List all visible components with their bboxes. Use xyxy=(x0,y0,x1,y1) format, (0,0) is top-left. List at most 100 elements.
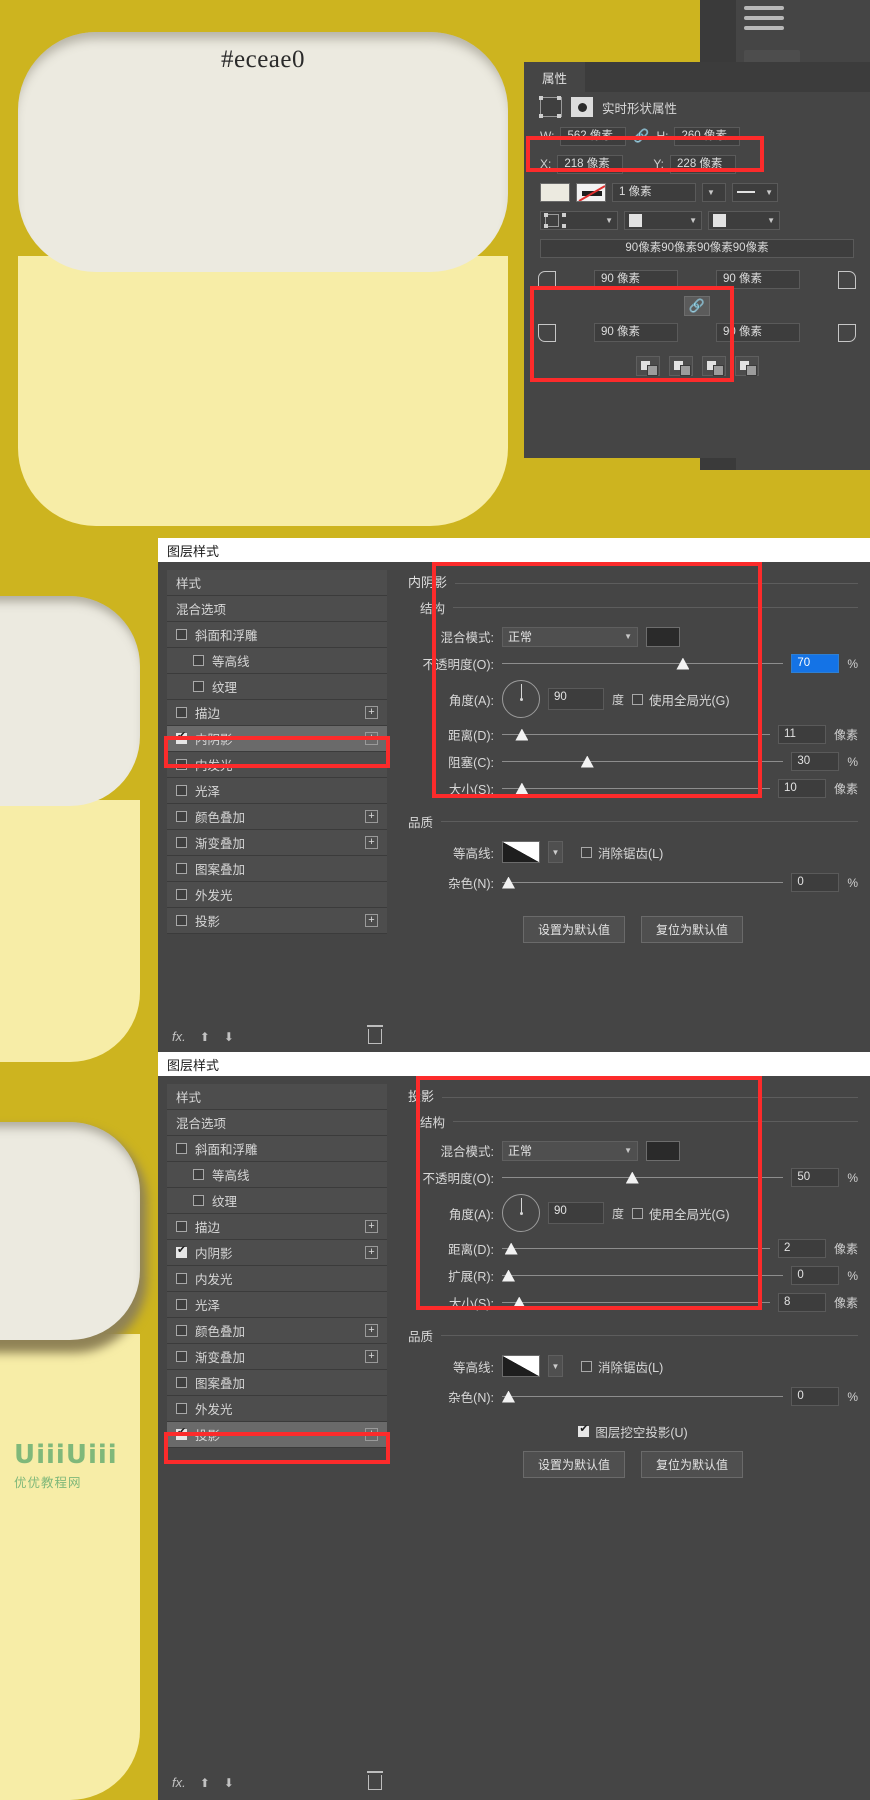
effect-list-item[interactable]: 纹理 xyxy=(167,674,387,700)
x-input[interactable]: 218 像素 xyxy=(557,154,624,174)
spread-input[interactable]: 0 xyxy=(791,1266,840,1285)
effect-list-item[interactable]: 颜色叠加 + xyxy=(167,1318,387,1344)
effect-list-item[interactable]: 颜色叠加 + xyxy=(167,804,387,830)
effect-list-item[interactable]: 光泽 xyxy=(167,778,387,804)
effect-checkbox[interactable] xyxy=(176,1403,187,1414)
effect-checkbox[interactable] xyxy=(176,1273,187,1284)
radius-bottom-right-input[interactable]: 90 像素 xyxy=(716,323,800,342)
angle-dial[interactable] xyxy=(502,680,540,718)
effect-list-item[interactable]: 图案叠加 xyxy=(167,1370,387,1396)
size-input[interactable]: 10 xyxy=(777,779,826,798)
stroke-style-dropdown[interactable]: ▼ xyxy=(732,182,778,202)
path-intersect-icon[interactable] xyxy=(701,356,726,376)
tab-properties[interactable]: 属性 xyxy=(524,62,586,92)
choke-input[interactable]: 30 xyxy=(791,752,840,771)
effect-checkbox[interactable] xyxy=(176,1325,187,1336)
global-light-checkbox[interactable] xyxy=(632,693,644,705)
corner-radii-link-icon[interactable]: 🔗 xyxy=(684,296,710,316)
add-effect-icon[interactable]: + xyxy=(365,914,378,927)
distance-input[interactable]: 11 xyxy=(777,725,826,744)
effect-checkbox[interactable] xyxy=(176,1143,187,1154)
effect-checkbox[interactable] xyxy=(176,863,187,874)
add-effect-icon[interactable]: + xyxy=(365,1246,378,1259)
y-input[interactable]: 228 像素 xyxy=(670,154,737,174)
distance-slider-2[interactable] xyxy=(502,1239,770,1259)
effect-list-item[interactable]: 等高线 xyxy=(167,1162,387,1188)
effect-checkbox[interactable] xyxy=(176,1351,187,1362)
size-input-2[interactable]: 8 xyxy=(777,1293,826,1312)
choke-slider[interactable] xyxy=(502,752,784,772)
add-effect-icon[interactable]: + xyxy=(365,706,378,719)
stroke-corner-dropdown[interactable]: ▼ xyxy=(708,210,780,230)
adjustments-icon-2[interactable] xyxy=(744,16,784,20)
knockout-checkbox[interactable] xyxy=(578,1423,590,1437)
radius-top-right-input[interactable]: 90 像素 xyxy=(716,270,800,289)
effect-checkbox[interactable] xyxy=(176,1299,187,1310)
opacity-input-2[interactable]: 50 xyxy=(791,1168,840,1187)
angle-dial-2[interactable] xyxy=(502,1194,540,1232)
effect-list-item[interactable]: 图案叠加 xyxy=(167,856,387,882)
path-combine-icon[interactable] xyxy=(635,356,660,376)
adjustments-icon[interactable] xyxy=(744,6,784,10)
add-effect-icon[interactable]: + xyxy=(365,1428,378,1441)
effect-list-item[interactable]: 样式 xyxy=(167,1084,387,1110)
add-effect-icon[interactable]: + xyxy=(365,1324,378,1337)
effect-checkbox[interactable] xyxy=(176,707,187,718)
effect-list-item[interactable]: 内发光 xyxy=(167,1266,387,1292)
make-default-button[interactable]: 设置为默认值 xyxy=(522,916,625,943)
noise-input-2[interactable]: 0 xyxy=(791,1387,840,1406)
noise-slider-2[interactable] xyxy=(502,1387,784,1407)
add-effect-icon[interactable]: + xyxy=(365,1350,378,1363)
shape-mask-icon[interactable] xyxy=(571,97,593,117)
effect-list-item[interactable]: 样式 xyxy=(167,570,387,596)
move-down-icon-2[interactable]: ⬇ xyxy=(224,1776,234,1790)
stroke-width-dropdown[interactable]: ▼ xyxy=(702,182,726,202)
opacity-input[interactable]: 70 xyxy=(791,654,840,673)
effect-checkbox[interactable] xyxy=(176,629,187,640)
path-subtract-icon[interactable] xyxy=(668,356,693,376)
effect-checkbox[interactable] xyxy=(176,1377,187,1388)
effect-list-item[interactable]: 光泽 xyxy=(167,1292,387,1318)
knockout-checkbox-row[interactable]: 图层挖空投影(U) xyxy=(408,1422,858,1441)
distance-slider[interactable] xyxy=(502,725,770,745)
effect-list-item[interactable]: 投影 + xyxy=(167,908,387,934)
effect-checkbox[interactable] xyxy=(176,1426,187,1440)
effect-checkbox[interactable] xyxy=(193,1195,204,1206)
noise-input[interactable]: 0 xyxy=(791,873,840,892)
stroke-align-dropdown[interactable]: ▼ xyxy=(540,210,618,230)
delete-effect-icon[interactable] xyxy=(367,1025,383,1044)
shadow-color-swatch[interactable] xyxy=(646,626,680,647)
add-effect-icon[interactable]: + xyxy=(365,1220,378,1233)
angle-input-2[interactable]: 90 xyxy=(548,1202,604,1224)
global-light-checkbox-2[interactable] xyxy=(632,1207,644,1219)
radius-bottom-left-input[interactable]: 90 像素 xyxy=(594,323,678,342)
add-effect-icon[interactable]: + xyxy=(365,732,378,745)
blend-mode-select-2[interactable]: 正常 ▼ xyxy=(502,1140,638,1161)
effect-list-item[interactable]: 等高线 xyxy=(167,648,387,674)
effect-list-item[interactable]: 描边 + xyxy=(167,1214,387,1240)
effect-list-item[interactable]: 内发光 xyxy=(167,752,387,778)
noise-slider[interactable] xyxy=(502,873,784,893)
effect-list-item[interactable]: 渐变叠加 + xyxy=(167,1344,387,1370)
stroke-caps-dropdown[interactable]: ▼ xyxy=(624,210,702,230)
effect-list-item[interactable]: 斜面和浮雕 xyxy=(167,622,387,648)
drop-shadow-color-swatch[interactable] xyxy=(646,1140,680,1161)
size-slider-2[interactable] xyxy=(502,1293,770,1313)
fill-swatch[interactable] xyxy=(540,182,570,202)
effect-checkbox[interactable] xyxy=(176,1244,187,1258)
antialias-checkbox-row-2[interactable]: 消除锯齿(L) xyxy=(581,1357,663,1376)
effect-checkbox[interactable] xyxy=(176,730,187,744)
effect-checkbox[interactable] xyxy=(176,1221,187,1232)
spread-slider[interactable] xyxy=(502,1266,784,1286)
width-input[interactable]: 562 像素 xyxy=(560,126,627,146)
effect-list-item[interactable]: 外发光 xyxy=(167,1396,387,1422)
contour-dropdown-icon[interactable]: ▼ xyxy=(548,841,563,863)
effect-list-item[interactable]: 混合选项 xyxy=(167,1110,387,1136)
effect-list-item[interactable]: 渐变叠加 + xyxy=(167,830,387,856)
adjustments-icon-3[interactable] xyxy=(744,26,784,30)
effect-list-item[interactable]: 内阴影 + xyxy=(167,1240,387,1266)
antialias-checkbox-2[interactable] xyxy=(581,1360,592,1372)
stroke-swatch[interactable] xyxy=(576,182,606,202)
contour-preview-icon[interactable] xyxy=(502,841,540,863)
antialias-checkbox-row[interactable]: 消除锯齿(L) xyxy=(581,843,663,862)
